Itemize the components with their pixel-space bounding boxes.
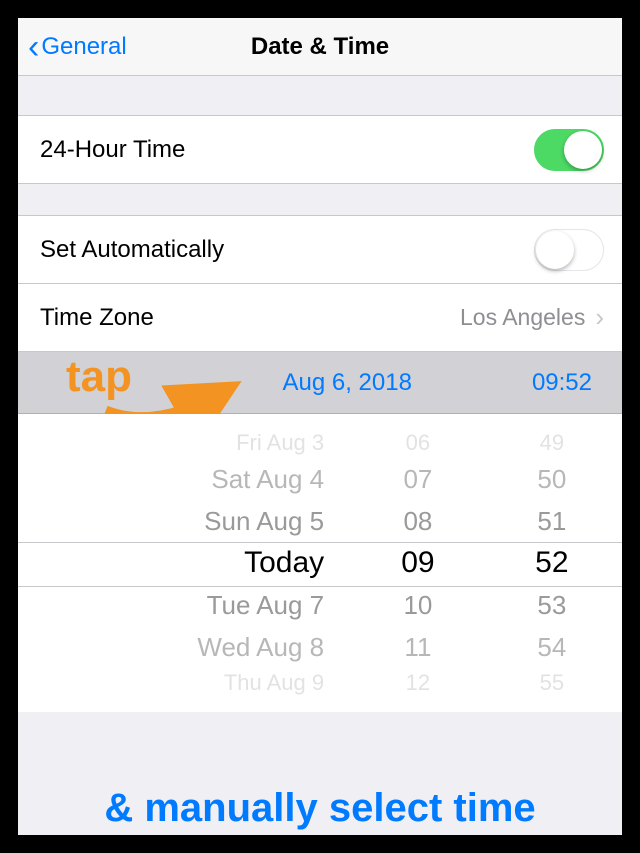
selected-time: 09:52	[532, 369, 592, 397]
toggle-set-automatically[interactable]	[534, 229, 604, 271]
picker-item[interactable]: 07	[403, 458, 432, 500]
section-spacer	[18, 76, 622, 116]
picker-item[interactable]: 55	[540, 668, 564, 698]
picker-item[interactable]: 11	[404, 626, 431, 668]
picker-item[interactable]: 06	[406, 428, 430, 458]
datetime-picker[interactable]: Fri Aug 3 Sat Aug 4 Sun Aug 5 Today Tue …	[18, 414, 622, 712]
picker-item[interactable]: 12	[406, 668, 430, 698]
toggle-knob	[536, 231, 574, 269]
back-label: General	[41, 33, 126, 61]
toggle-knob	[564, 131, 602, 169]
picker-item[interactable]: Thu Aug 9	[224, 668, 324, 698]
picker-column-minute[interactable]: 49 50 51 52 53 54 55	[482, 414, 622, 712]
picker-item[interactable]: 51	[537, 500, 566, 542]
annotation-tap-label: tap	[66, 352, 132, 402]
picker-item[interactable]: Sat Aug 4	[211, 458, 324, 500]
picker-item[interactable]: Sun Aug 5	[204, 500, 324, 542]
picker-item[interactable]: Wed Aug 8	[197, 626, 324, 668]
back-button[interactable]: ‹ General	[28, 30, 127, 64]
cell-label: Set Automatically	[40, 236, 224, 264]
picker-selection-line	[18, 542, 622, 543]
selected-date: Aug 6, 2018	[282, 369, 411, 397]
picker-item[interactable]: Fri Aug 3	[236, 428, 324, 458]
time-zone-value: Los Angeles	[460, 304, 585, 331]
annotation-bottom-note: & manually select time	[18, 786, 622, 831]
picker-item[interactable]: 08	[403, 500, 432, 542]
cell-label: Time Zone	[40, 304, 154, 332]
chevron-right-icon: ›	[595, 302, 604, 333]
picker-item[interactable]: 49	[540, 428, 564, 458]
picker-item[interactable]: 54	[537, 626, 566, 668]
cell-set-automatically[interactable]: Set Automatically	[18, 216, 622, 284]
chevron-left-icon: ‹	[28, 30, 39, 64]
picker-item[interactable]: Tue Aug 7	[207, 584, 325, 626]
cell-time-zone[interactable]: Time Zone Los Angeles ›	[18, 284, 622, 352]
picker-item[interactable]: 10	[403, 584, 432, 626]
cell-label: 24-Hour Time	[40, 136, 185, 164]
picker-selection-line	[18, 586, 622, 587]
picker-item[interactable]: 53	[537, 584, 566, 626]
toggle-24hour[interactable]	[534, 129, 604, 171]
picker-item-selected[interactable]: Today	[244, 542, 324, 584]
cell-24hour[interactable]: 24-Hour Time	[18, 116, 622, 184]
cell-selected-datetime[interactable]: tap Aug 6, 2018 09:52	[18, 352, 622, 414]
picker-item-selected[interactable]: 09	[401, 542, 434, 584]
picker-item-selected[interactable]: 52	[535, 542, 568, 584]
picker-column-date[interactable]: Fri Aug 3 Sat Aug 4 Sun Aug 5 Today Tue …	[18, 414, 354, 712]
section-spacer	[18, 184, 622, 216]
picker-item[interactable]: 50	[537, 458, 566, 500]
picker-column-hour[interactable]: 06 07 08 09 10 11 12	[354, 414, 482, 712]
page-title: Date & Time	[251, 33, 389, 61]
navigation-bar: ‹ General Date & Time	[18, 18, 622, 76]
